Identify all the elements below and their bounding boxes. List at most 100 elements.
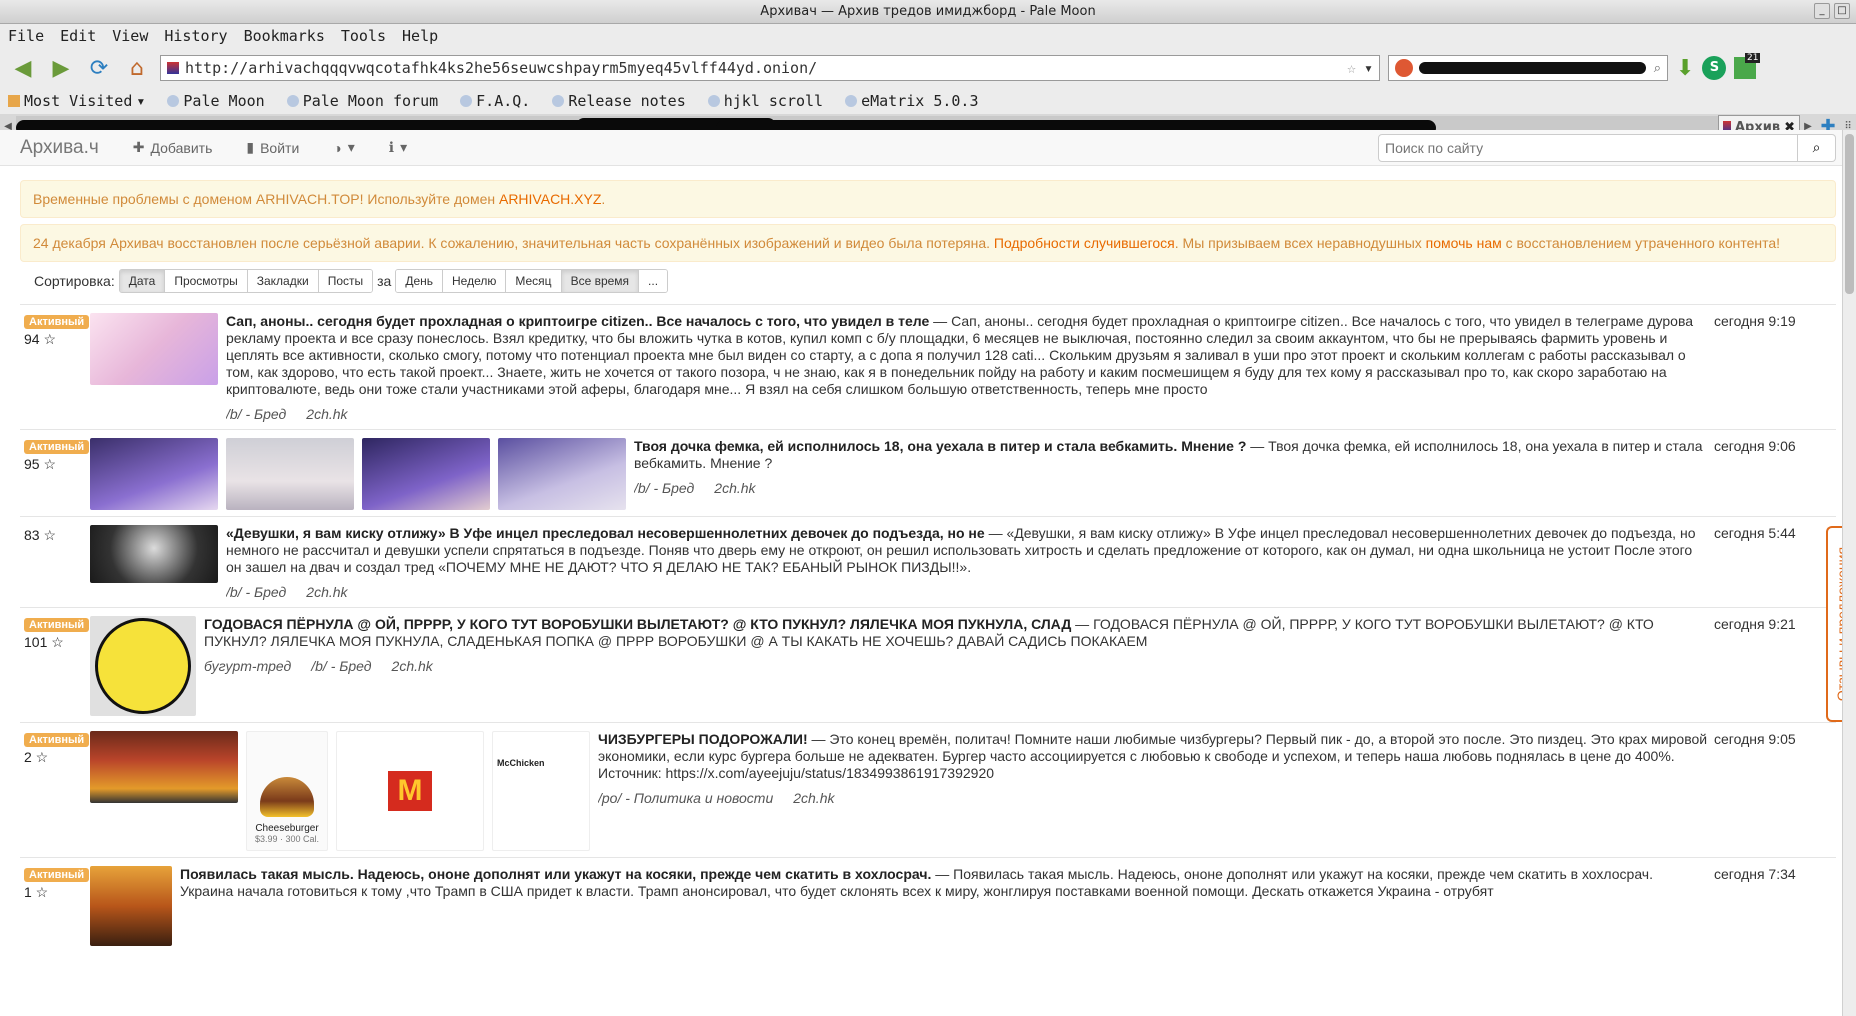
- back-arrow-icon[interactable]: ◀: [8, 53, 38, 83]
- thread-rating[interactable]: 83 ☆: [24, 527, 90, 544]
- minimize-button[interactable]: _: [1814, 3, 1830, 19]
- board-tag[interactable]: /po/ - Политика и новости: [598, 790, 773, 807]
- bookmark-most-visited[interactable]: Most Visited ▾: [8, 92, 145, 110]
- board-tag[interactable]: /b/ - Бред: [226, 584, 286, 601]
- add-thread-link[interactable]: ✚ Добавить: [133, 139, 213, 156]
- thread-body[interactable]: ГОДОВАСЯ ПЁРНУЛА @ ОЙ, ПРРРР, У КОГО ТУТ…: [204, 616, 1708, 716]
- site-brand[interactable]: Архива.ч: [20, 137, 99, 159]
- thread-row[interactable]: Активный 94 ☆ Сап, аноны.. сегодня будет…: [20, 304, 1836, 429]
- site-search-button[interactable]: ⌕: [1798, 133, 1836, 162]
- bookmark-ematrix[interactable]: eMatrix 5.0.3: [845, 92, 979, 110]
- site-tag[interactable]: 2ch.hk: [714, 480, 755, 497]
- site-tag[interactable]: 2ch.hk: [392, 658, 433, 675]
- domain-link[interactable]: ARHIVACH.XYZ: [499, 191, 601, 207]
- price-chart-thumbnail[interactable]: M: [336, 731, 484, 851]
- url-dropdown-icon[interactable]: ▾: [1364, 59, 1373, 77]
- thread-body[interactable]: Появилась такая мысль. Надеюсь, ононе до…: [180, 866, 1708, 946]
- thread-body[interactable]: Сап, аноны.. сегодня будет прохладная о …: [226, 313, 1708, 423]
- thread-body[interactable]: Твоя дочка фемка, ей исполнилось 18, она…: [634, 438, 1708, 510]
- maximize-button[interactable]: □: [1834, 3, 1850, 19]
- bookmark-label: F.A.Q.: [476, 92, 531, 110]
- menu-board-thumbnail[interactable]: [90, 731, 238, 803]
- scrollbar-thumb[interactable]: [1845, 134, 1854, 294]
- site-tag[interactable]: 2ch.hk: [306, 584, 347, 601]
- thread-row[interactable]: Активный 101 ☆ ГОДОВАСЯ ПЁРНУЛА @ ОЙ, ПР…: [20, 607, 1836, 722]
- thread-row[interactable]: Активный 2 ☆ Cheeseburger $3.99 · 300 Ca…: [20, 722, 1836, 857]
- thread-thumbnail[interactable]: [362, 438, 490, 510]
- search-magnifier-icon[interactable]: ⌕: [1654, 61, 1661, 76]
- download-arrow-icon[interactable]: ⬇: [1676, 56, 1694, 81]
- menu-help[interactable]: Help: [402, 27, 438, 45]
- thread-rating[interactable]: 2 ☆: [24, 749, 90, 766]
- page-scrollbar[interactable]: [1842, 130, 1856, 1016]
- theme-toggle[interactable]: ◑ ▾: [333, 139, 355, 156]
- site-search-input[interactable]: [1378, 133, 1798, 162]
- sort-views-button[interactable]: Просмотры: [165, 270, 248, 292]
- site-tag[interactable]: 2ch.hk: [306, 406, 347, 423]
- sort-posts-button[interactable]: Посты: [318, 270, 373, 292]
- url-text[interactable]: http://arhivachqqqvwqcotafhk4ks2he56seuw…: [185, 59, 1347, 77]
- thread-row[interactable]: Активный 1 ☆ Появилась такая мысль. Наде…: [20, 857, 1836, 952]
- thread-title[interactable]: ГОДОВАСЯ ПЁРНУЛА @ ОЙ, ПРРРР, У КОГО ТУТ…: [204, 616, 1071, 632]
- bookmark-star-icon[interactable]: ☆: [1347, 59, 1356, 77]
- bookmark-pale-moon-forum[interactable]: Pale Moon forum: [286, 92, 438, 110]
- topic-tag[interactable]: бугурт-тред: [204, 658, 291, 675]
- thread-title[interactable]: Сап, аноны.. сегодня будет прохладная о …: [226, 313, 929, 329]
- thread-row[interactable]: 83 ☆ «Девушки, я вам киску отлижу» В Уфе…: [20, 516, 1836, 607]
- board-tag[interactable]: /b/ - Бред: [226, 406, 286, 423]
- thread-body[interactable]: «Девушки, я вам киску отлижу» В Уфе инце…: [226, 525, 1708, 601]
- thread-title[interactable]: Твоя дочка фемка, ей исполнилось 18, она…: [634, 438, 1246, 454]
- cheeseburger-thumbnail[interactable]: Cheeseburger $3.99 · 300 Cal.: [246, 731, 328, 851]
- board-tag[interactable]: /b/ - Бред: [634, 480, 694, 497]
- help-us-link[interactable]: помочь нам: [1426, 235, 1502, 251]
- login-link[interactable]: ▮ Войти: [246, 139, 299, 156]
- period-week-button[interactable]: Неделю: [443, 270, 507, 292]
- thread-thumbnail[interactable]: [90, 313, 218, 385]
- menu-edit[interactable]: Edit: [60, 27, 96, 45]
- bookmark-pale-moon[interactable]: Pale Moon: [167, 92, 265, 110]
- poster-thumbnail[interactable]: [90, 866, 172, 946]
- thread-rating[interactable]: 1 ☆: [24, 884, 90, 901]
- video-thumbnail[interactable]: [90, 525, 218, 583]
- thread-rating[interactable]: 101 ☆: [24, 634, 90, 651]
- thread-body[interactable]: ЧИЗБУРГЕРЫ ПОДОРОЖАЛИ! — Это конец времё…: [598, 731, 1708, 851]
- details-link[interactable]: Подробности случившегося: [994, 235, 1175, 251]
- thread-meta: Активный 101 ☆: [20, 616, 90, 716]
- smiley-face-thumbnail[interactable]: [90, 616, 196, 716]
- s-extension-icon[interactable]: S: [1702, 56, 1727, 80]
- duckduckgo-icon[interactable]: [1395, 59, 1413, 77]
- forward-arrow-icon[interactable]: ▶: [46, 53, 76, 83]
- home-icon[interactable]: ⌂: [122, 53, 152, 83]
- bookmark-release-notes[interactable]: Release notes: [552, 92, 686, 110]
- menu-file[interactable]: File: [8, 27, 44, 45]
- period-month-button[interactable]: Месяц: [506, 270, 562, 292]
- period-alltime-button[interactable]: Все время: [561, 270, 640, 292]
- board-tag[interactable]: /b/ - Бред: [311, 658, 371, 675]
- thread-thumbnail[interactable]: [90, 438, 218, 510]
- sort-date-button[interactable]: Дата: [119, 270, 166, 292]
- period-day-button[interactable]: День: [396, 270, 444, 292]
- thread-title[interactable]: «Девушки, я вам киску отлижу» В Уфе инце…: [226, 525, 985, 541]
- app-menu-thumbnail[interactable]: McChicken: [492, 731, 590, 851]
- menu-view[interactable]: View: [112, 27, 148, 45]
- thread-title[interactable]: Появилась такая мысль. Надеюсь, ононе до…: [180, 866, 931, 882]
- bookmark-hjkl-scroll[interactable]: hjkl scroll: [707, 92, 823, 110]
- menu-history[interactable]: History: [164, 27, 227, 45]
- thread-rating[interactable]: 94 ☆: [24, 331, 90, 348]
- thread-thumbnail[interactable]: [226, 438, 354, 510]
- thread-thumbnail[interactable]: [498, 438, 626, 510]
- menu-tools[interactable]: Tools: [341, 27, 386, 45]
- menu-bookmarks[interactable]: Bookmarks: [244, 27, 325, 45]
- thread-row[interactable]: Активный 95 ☆ Твоя дочка фемка, ей испол…: [20, 429, 1836, 516]
- info-menu[interactable]: ℹ ▾: [389, 139, 407, 156]
- site-tag[interactable]: 2ch.hk: [793, 790, 834, 807]
- reload-icon[interactable]: ⟳: [84, 53, 114, 83]
- address-bar[interactable]: http://arhivachqqqvwqcotafhk4ks2he56seuw…: [160, 55, 1380, 81]
- bookmark-faq[interactable]: F.A.Q.: [460, 92, 530, 110]
- web-search-field[interactable]: ⌕: [1388, 55, 1668, 81]
- thread-title[interactable]: ЧИЗБУРГЕРЫ ПОДОРОЖАЛИ!: [598, 731, 808, 747]
- period-more-button[interactable]: ...: [639, 270, 668, 292]
- sort-bookmarks-button[interactable]: Закладки: [247, 270, 319, 292]
- extension-badge-icon[interactable]: 21: [1734, 53, 1761, 79]
- thread-rating[interactable]: 95 ☆: [24, 456, 90, 473]
